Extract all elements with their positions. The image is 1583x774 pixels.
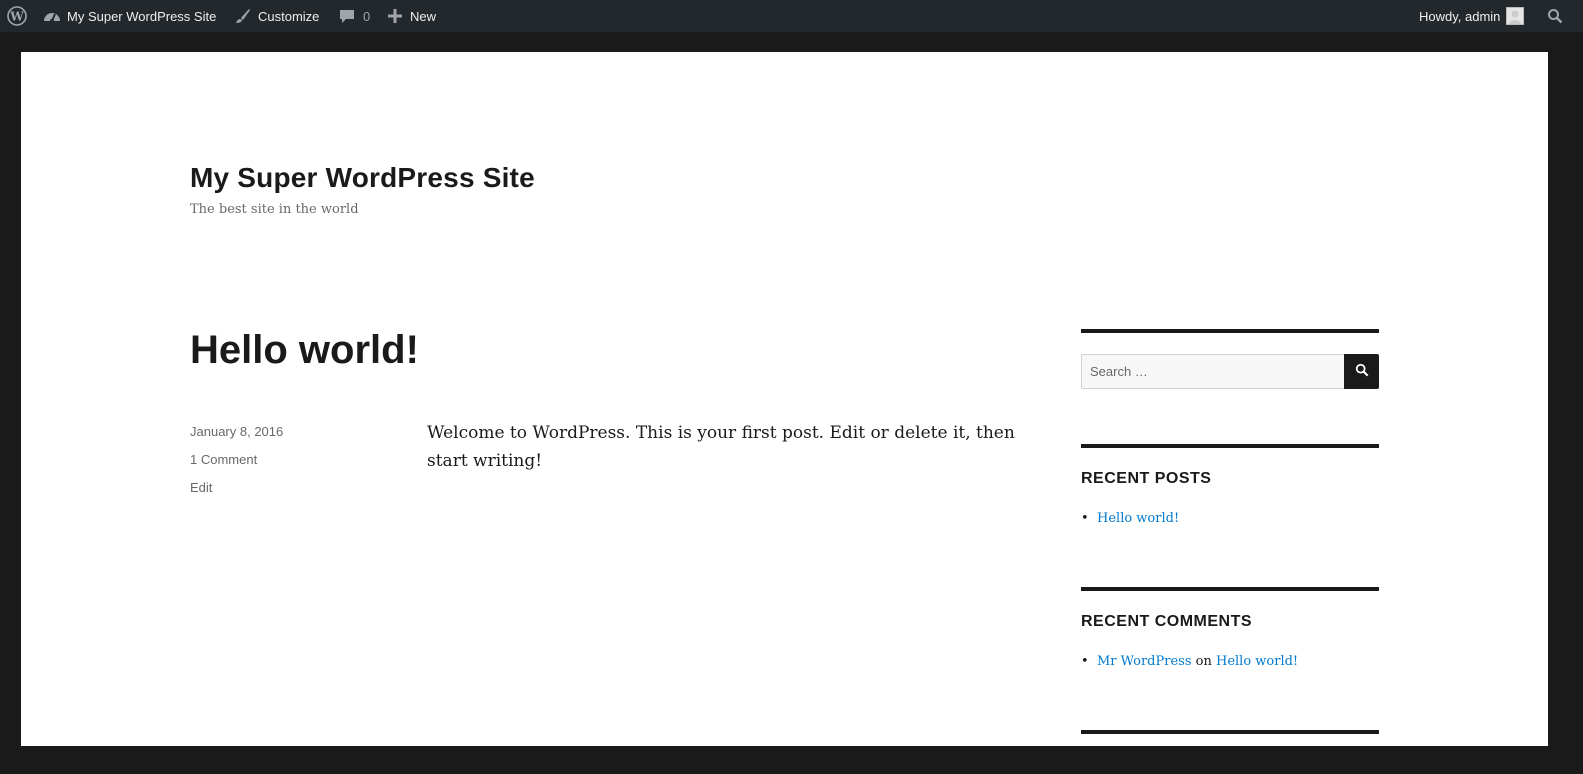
search-icon [1355,363,1369,380]
recent-comments-list-item: • Mr WordPress on Hello world! [1081,654,1298,669]
recent-comments-title: RECENT COMMENTS [1081,613,1253,630]
search-input[interactable] [1081,354,1345,389]
list-bullet: • [1081,511,1089,526]
admin-bar-search-icon[interactable] [1547,0,1563,32]
search-button[interactable] [1344,354,1379,389]
post-comments-link[interactable]: 1 Comment [190,452,257,467]
new-content-menu[interactable]: New [388,0,436,32]
comment-connector: on [1195,654,1212,669]
admin-bar-site-name[interactable]: My Super WordPress Site [67,9,216,24]
plus-icon [388,9,402,23]
widget-divider [1081,329,1379,333]
widget-divider [1081,444,1379,448]
svg-text:W: W [9,10,24,24]
avatar[interactable] [1506,7,1525,25]
howdy-greeting[interactable]: Howdy, admin [1419,9,1500,24]
post-date-link[interactable]: January 8, 2016 [190,424,283,439]
admin-bar: W My Super WordPress Site Customize 0 Ne… [0,0,1583,32]
site-name-menu[interactable]: My Super WordPress Site [43,0,216,32]
customize-label[interactable]: Customize [258,9,319,24]
widget-divider [1081,730,1379,734]
paintbrush-icon [235,8,251,24]
comment-author-link[interactable]: Mr WordPress [1097,654,1192,669]
recent-posts-title: RECENT POSTS [1081,470,1212,487]
recent-posts-list-item: • Hello world! [1081,511,1179,526]
widget-divider [1081,587,1379,591]
dashboard-icon [43,8,61,24]
list-bullet: • [1081,654,1089,669]
comment-bubble-icon [339,8,355,24]
recent-post-link[interactable]: Hello world! [1097,511,1179,526]
my-account-menu[interactable]: Howdy, admin [1419,0,1525,32]
post-title[interactable]: Hello world! [190,328,419,373]
comments-count[interactable]: 0 [363,9,370,24]
customize-menu[interactable]: Customize [235,0,319,32]
new-label[interactable]: New [410,9,436,24]
site-page: My Super WordPress Site The best site in… [21,52,1548,746]
comment-post-link[interactable]: Hello world! [1216,654,1298,669]
site-description: The best site in the world [190,202,359,217]
wordpress-logo-icon[interactable]: W [7,0,27,32]
site-title[interactable]: My Super WordPress Site [190,162,535,194]
comments-menu[interactable]: 0 [339,0,370,32]
post-edit-link[interactable]: Edit [190,480,212,495]
post-content: Welcome to WordPress. This is your first… [427,423,1015,471]
